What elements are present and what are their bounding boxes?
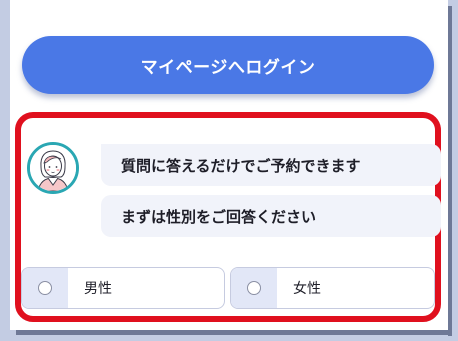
chat-message: 質問に答えるだけでご予約できます — [101, 144, 441, 186]
gender-option-label: 男性 — [84, 281, 112, 297]
chat-message-text: 質問に答えるだけでご予約できます — [121, 156, 361, 175]
receptionist-avatar-icon — [27, 142, 79, 194]
chat-reservation-box: 質問に答えるだけでご予約できます まずは性別をご回答ください 男性 女性 — [15, 112, 441, 322]
radio-button[interactable] — [38, 281, 52, 295]
mypage-login-button[interactable]: マイページへログイン — [22, 36, 434, 94]
mypage-login-label: マイページへログイン — [140, 57, 316, 78]
receptionist-avatar-icon — [30, 145, 76, 191]
radio-zone — [22, 268, 68, 308]
panel-shadow — [448, 6, 452, 336]
gender-option-label: 女性 — [293, 281, 321, 297]
radio-button[interactable] — [247, 281, 261, 295]
gender-option-female[interactable]: 女性 — [230, 267, 435, 309]
chat-message: まずは性別をご回答ください — [101, 195, 441, 237]
gender-option-male[interactable]: 男性 — [21, 267, 225, 309]
chat-message-text: まずは性別をご回答ください — [121, 207, 317, 226]
radio-zone — [231, 268, 277, 308]
panel-shadow-bottom — [16, 330, 452, 335]
